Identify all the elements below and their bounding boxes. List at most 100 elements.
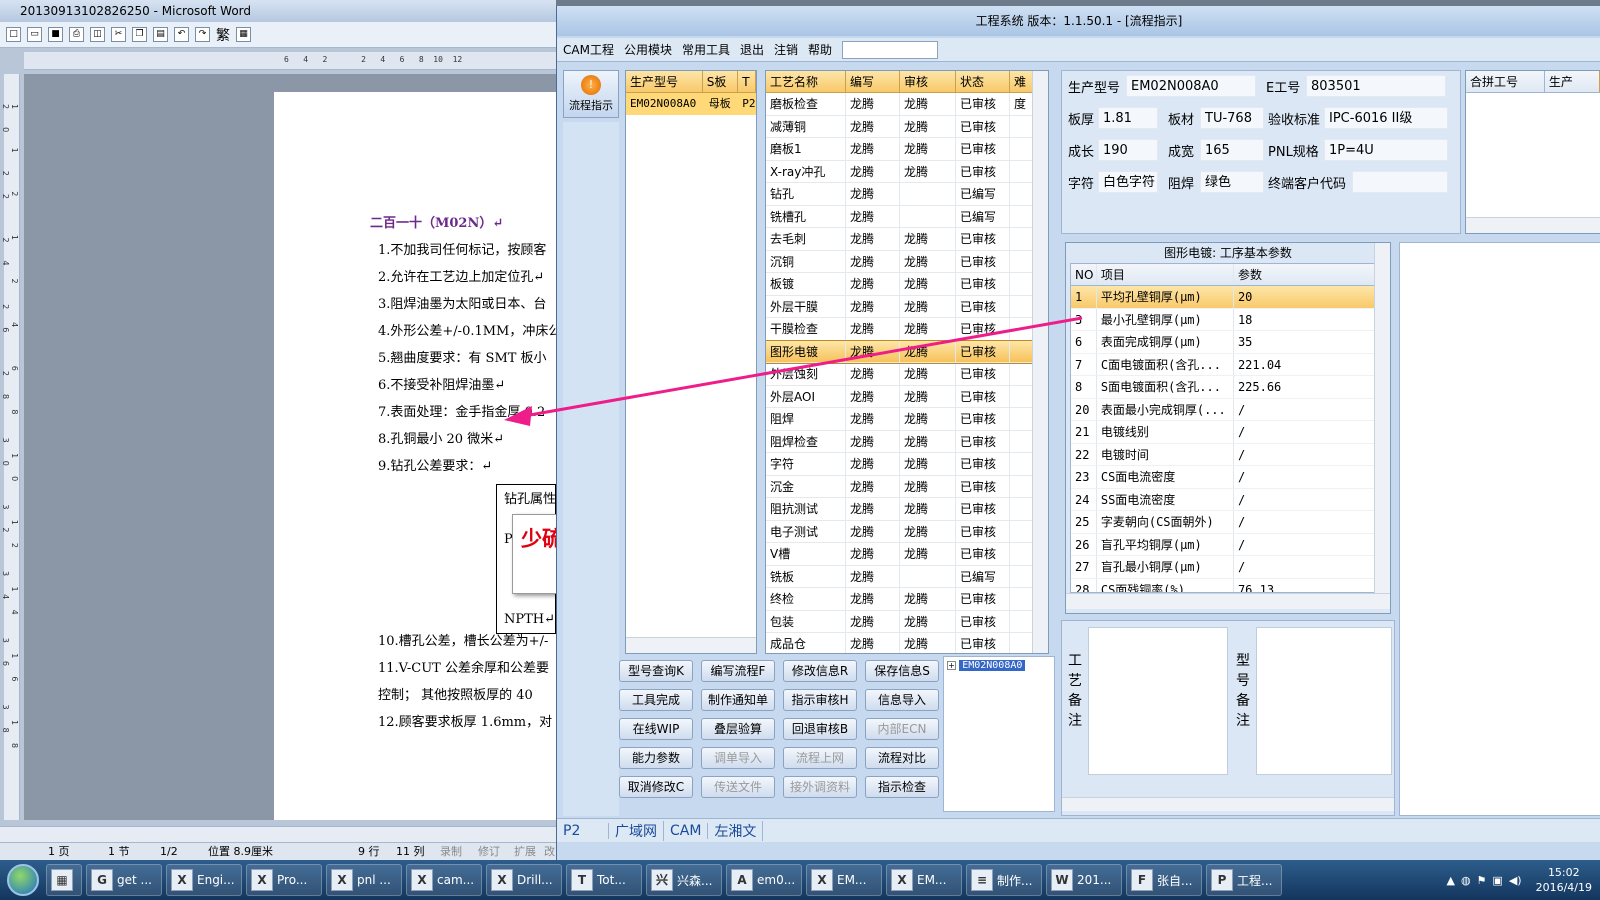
taskbar-item[interactable]: X EM... — [886, 864, 962, 896]
process-row[interactable]: 干膜检查 龙腾 龙腾 已审核 — [766, 318, 1048, 341]
process-row[interactable]: 外层干膜 龙腾 龙腾 已审核 — [766, 295, 1048, 318]
process-row[interactable]: V槽 龙腾 龙腾 已审核 — [766, 543, 1048, 566]
open-icon[interactable]: ▭ — [27, 27, 42, 42]
tray-arrow-icon[interactable]: ▲ — [1446, 874, 1454, 887]
action-button[interactable]: 型号查询K — [619, 660, 693, 682]
params-vscrollbar[interactable] — [1374, 243, 1390, 593]
param-row[interactable]: 7 C面电镀面积(含孔... 221.04 — [1071, 353, 1375, 376]
process-row[interactable]: 沉金 龙腾 龙腾 已审核 — [766, 475, 1048, 498]
cut-icon[interactable]: ✂ — [111, 27, 126, 42]
process-row[interactable]: 钻孔 龙腾 已编写 — [766, 183, 1048, 206]
process-note-field[interactable] — [1088, 627, 1228, 775]
traditional-chinese-button[interactable]: 繁 — [216, 25, 230, 45]
tree-expand-icon[interactable]: + — [947, 661, 956, 670]
action-button[interactable]: 流程对比 — [865, 747, 939, 769]
process-row[interactable]: 成品仓 龙腾 龙腾 已审核 — [766, 633, 1048, 653]
taskbar-item[interactable]: Aem0... — [726, 864, 802, 896]
process-row[interactable]: 阻焊 龙腾 龙腾 已审核 — [766, 408, 1048, 431]
taskbar-item[interactable]: X Pro... — [246, 864, 322, 896]
info-field[interactable]: 1P=4U — [1324, 139, 1448, 161]
col-t[interactable]: T — [738, 71, 756, 92]
col-param[interactable]: 参数 — [1234, 264, 1375, 285]
menu-help[interactable]: 帮助 — [808, 41, 832, 58]
col-reviewer[interactable]: 审核 — [900, 71, 956, 92]
menu-exit[interactable]: 退出 — [740, 41, 764, 58]
document-page[interactable]: 二百一十（M02N）↵ 1.不加我司任何标记，按顾客 2.允许在工艺边上加定位孔↵… — [274, 92, 556, 820]
menu-combo[interactable] — [842, 40, 939, 59]
param-row[interactable]: 3 最小孔壁铜厚(μm) 18 — [1071, 308, 1375, 331]
taskbar-item[interactable]: T Tot... — [566, 864, 642, 896]
action-button[interactable]: 修改信息R — [783, 660, 857, 682]
taskbar-item[interactable]: ≡ 制作... — [966, 864, 1042, 896]
action-button[interactable]: 信息导入 — [865, 689, 939, 711]
model-row[interactable]: EM02N008A0 母板 P2 — [626, 93, 756, 115]
process-row[interactable]: 图形电镀 龙腾 龙腾 已审核 — [766, 339, 1048, 364]
action-button[interactable]: 编写流程F — [701, 660, 775, 682]
process-row[interactable]: 阻抗测试 龙腾 龙腾 已审核 — [766, 498, 1048, 521]
combine-list[interactable]: 合拼工号 生产 — [1465, 70, 1600, 234]
col-no[interactable]: NO — [1071, 264, 1097, 285]
process-list[interactable]: 工艺名称 编写 审核 状态 难度 磨板检查 龙腾 龙腾 已审核 减薄铜 龙腾 龙腾 已审核 磨板… — [765, 70, 1049, 654]
process-row[interactable]: 沉铜 龙腾 龙腾 已审核 — [766, 250, 1048, 273]
col-process[interactable]: 工艺名称 — [766, 71, 846, 92]
action-button[interactable]: 工具完成 — [619, 689, 693, 711]
process-row[interactable]: 去毛刺 龙腾 龙腾 已审核 — [766, 228, 1048, 251]
action-button[interactable]: 能力参数 — [619, 747, 693, 769]
process-row[interactable]: 磨板检查 龙腾 龙腾 已审核 — [766, 93, 1048, 116]
process-row[interactable]: 外层AOI 龙腾 龙腾 已审核 — [766, 385, 1048, 408]
taskbar-item[interactable]: F 张自... — [1126, 864, 1202, 896]
taskbar-item[interactable]: Xpnl ... — [326, 864, 402, 896]
info-field[interactable]: 1.81 — [1098, 107, 1158, 129]
combine-hscrollbar[interactable] — [1466, 217, 1600, 233]
model-list[interactable]: 生产型号 S板 T EM02N008A0 母板 P2 — [625, 70, 757, 654]
param-row[interactable]: 25 字麦朝向(CS面朝外) / — [1071, 511, 1375, 534]
col-s-board[interactable]: S板 — [703, 71, 739, 92]
new-doc-icon[interactable]: □ — [6, 27, 21, 42]
col-item[interactable]: 项目 — [1097, 264, 1234, 285]
info-field[interactable]: 190 — [1098, 139, 1158, 161]
col-combine-no[interactable]: 合拼工号 — [1466, 71, 1545, 92]
tray-app-icon[interactable]: ◍ — [1461, 874, 1471, 887]
print-icon[interactable]: ⎙ — [69, 27, 84, 42]
calculator-button[interactable]: ▦ — [46, 864, 82, 896]
col-status[interactable]: 状态 — [956, 71, 1010, 92]
action-button[interactable]: 保存信息S — [865, 660, 939, 682]
action-button[interactable]: 回退审核B — [783, 718, 857, 740]
flow-indicator-button[interactable]: ! 流程指示 — [563, 70, 619, 118]
info-field[interactable]: 803501 — [1306, 75, 1446, 97]
taskbar-item[interactable]: Gget ... — [86, 864, 162, 896]
col-writer[interactable]: 编写 — [846, 71, 900, 92]
param-row[interactable]: 21 电镀线别 / — [1071, 421, 1375, 444]
param-row[interactable]: 26 盲孔平均铜厚(μm) / — [1071, 533, 1375, 556]
word-hscrollbar[interactable] — [0, 826, 556, 842]
paste-icon[interactable]: ▤ — [153, 27, 168, 42]
info-field[interactable]: TU-768 — [1200, 107, 1264, 129]
info-field[interactable]: 白色字符 — [1098, 171, 1158, 193]
info-field[interactable]: IPC-6016 II级 — [1324, 107, 1448, 129]
action-button[interactable]: 指示检查 — [865, 776, 939, 798]
info-field[interactable]: 165 — [1200, 139, 1264, 161]
process-row[interactable]: 阻焊检查 龙腾 龙腾 已审核 — [766, 430, 1048, 453]
menu-logout[interactable]: 注销 — [774, 41, 798, 58]
action-button[interactable]: 内部ECN — [865, 718, 939, 740]
copy-icon[interactable]: ❐ — [132, 27, 147, 42]
undo-icon[interactable]: ↶ — [174, 27, 189, 42]
menu-common-module[interactable]: 公用模块 — [624, 41, 672, 58]
action-button[interactable]: 在线WIP — [619, 718, 693, 740]
model-hscrollbar[interactable] — [626, 637, 756, 653]
taskbar-item[interactable]: Xcam... — [406, 864, 482, 896]
process-row[interactable]: 磨板1 龙腾 龙腾 已审核 — [766, 138, 1048, 161]
process-row[interactable]: 电子测试 龙腾 龙腾 已审核 — [766, 520, 1048, 543]
param-row[interactable]: 27 盲孔最小铜厚(μm) / — [1071, 556, 1375, 579]
action-button[interactable]: 取消修改C — [619, 776, 693, 798]
action-button[interactable]: 流程上网 — [783, 747, 857, 769]
tray-network-icon[interactable]: ▣ — [1492, 874, 1502, 887]
process-row[interactable]: 铣板 龙腾 已编写 — [766, 565, 1048, 588]
clock[interactable]: 15:02 2016/4/19 — [1536, 865, 1592, 895]
model-tree[interactable]: + EM02N008A0 — [943, 656, 1055, 812]
info-field[interactable] — [1352, 171, 1448, 193]
param-row[interactable]: 28 CS面残铜率(%) 76.13 — [1071, 578, 1375, 592]
menu-cam[interactable]: CAM工程 — [563, 41, 614, 58]
taskbar-item[interactable]: W 201... — [1046, 864, 1122, 896]
process-row[interactable]: 终检 龙腾 龙腾 已审核 — [766, 588, 1048, 611]
